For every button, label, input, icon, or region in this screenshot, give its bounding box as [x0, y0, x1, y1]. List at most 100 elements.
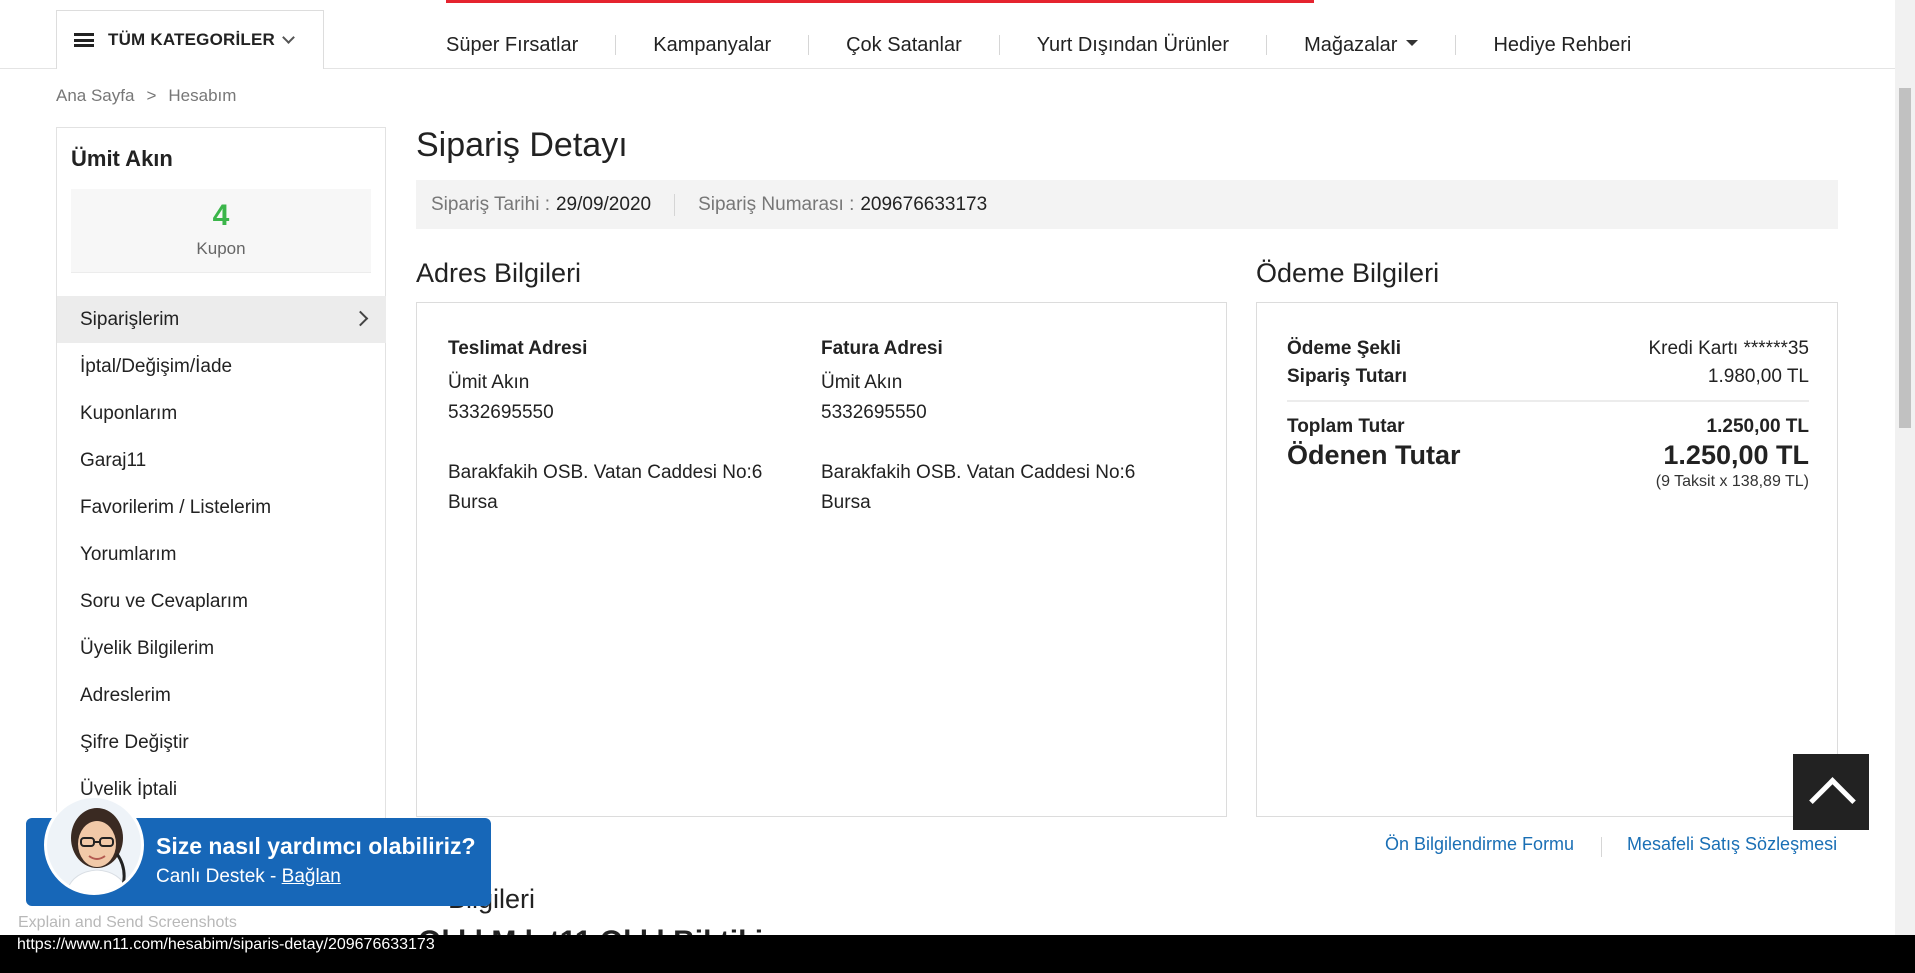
address-section-title: Adres Bilgileri [416, 258, 582, 288]
sidebar-item-label: İptal/Değişim/İade [80, 355, 233, 377]
total-amount-label: Toplam Tutar [1287, 416, 1405, 437]
sidebar-item-label: Yorumlarım [80, 543, 177, 565]
order-total-value: 1.980,00 TL [1707, 366, 1809, 387]
order-number-label: Sipariş Numarası : [698, 193, 855, 215]
billing-city: Bursa [821, 492, 871, 513]
links-divider [1601, 837, 1602, 857]
shipping-address: Teslimat Adresi Ümit Akın 5332695550 Bar… [448, 338, 808, 518]
shipping-city: Bursa [448, 492, 498, 513]
nav-divider [1266, 35, 1268, 55]
sidebar-item-yorumlarim[interactable]: Yorumlarım [57, 531, 386, 578]
sidebar-item-label: Şifre Değiştir [80, 731, 189, 753]
nav-yurt-disindan[interactable]: Yurt Dışından Ürünler [1037, 34, 1229, 57]
billing-address-title: Fatura Adresi [821, 338, 943, 359]
support-agent-avatar[interactable] [44, 795, 144, 895]
payment-details: Ödeme Şekli Kredi Kartı ******35 Sipariş… [1287, 338, 1809, 491]
order-date-label: Sipariş Tarihi : [431, 193, 550, 215]
distance-sales-contract-link[interactable]: Mesafeli Satış Sözleşmesi [1627, 834, 1837, 855]
breadcrumb-home[interactable]: Ana Sayfa [56, 86, 134, 106]
installment-info: (9 Taksit x 138,89 TL) [1655, 473, 1809, 490]
billing-address: Fatura Adresi Ümit Akın 5332695550 Barak… [821, 338, 1201, 518]
shipping-street: Barakfakih OSB. Vatan Caddesi No:6 [448, 462, 763, 483]
billing-name: Ümit Akın [821, 372, 903, 393]
coupon-count: 4 [212, 199, 230, 232]
scroll-to-top-button[interactable] [1793, 754, 1869, 830]
shipping-phone: 5332695550 [448, 402, 554, 423]
sidebar-item-siparislerim[interactable]: Siparişlerim [57, 296, 386, 343]
breadcrumb: Ana Sayfa > Hesabım [56, 86, 236, 106]
coupon-summary[interactable]: 4 Kupon [71, 189, 371, 273]
sidebar-item-garaj11[interactable]: Garaj11 [57, 437, 386, 484]
chat-connect-link[interactable]: Bağlan [282, 866, 341, 887]
shipping-address-title: Teslimat Adresi [448, 338, 588, 359]
order-number: 209676633173 [860, 193, 988, 215]
sidebar-item-label: Siparişlerim [80, 308, 180, 330]
sidebar-item-sifre-degistir[interactable]: Şifre Değiştir [57, 719, 386, 766]
sidebar-item-label: Kuponlarım [80, 402, 178, 424]
order-total-label: Sipariş Tutarı [1287, 366, 1408, 387]
sidebar-item-label: Favorilerim / Listelerim [80, 496, 272, 518]
chat-title: Size nasıl yardımcı olabiliriz? [156, 833, 476, 859]
payment-method-row: Ödeme Şekli Kredi Kartı ******35 [1287, 338, 1809, 360]
main-nav: Süper Fırsatlar Kampanyalar Çok Satanlar… [446, 30, 1631, 60]
all-categories-button[interactable]: TÜM KATEGORİLER [56, 10, 324, 69]
nav-divider [1455, 35, 1457, 55]
all-categories-label: TÜM KATEGORİLER [108, 30, 276, 49]
payment-method-value: Kredi Kartı ******35 [1648, 338, 1809, 359]
next-section-heading: Ol l l M k t11 Ol l l Bil til i [418, 925, 1218, 935]
paid-amount-value: 1.250,00 TL [1663, 440, 1809, 470]
sidebar-item-label: Garaj11 [80, 449, 147, 471]
sidebar-item-iptal[interactable]: İptal/Değişim/İade [57, 343, 386, 390]
payment-divider [1287, 400, 1809, 402]
billing-phone: 5332695550 [821, 402, 927, 423]
nav-hediye-rehberi[interactable]: Hediye Rehberi [1493, 34, 1631, 57]
paid-amount-label: Ödenen Tutar [1287, 440, 1461, 470]
order-total-row: Sipariş Tutarı 1.980,00 TL [1287, 366, 1809, 388]
total-amount-row: Toplam Tutar 1.250,00 TL [1287, 416, 1809, 438]
payment-section-title: Ödeme Bilgileri [1256, 258, 1440, 288]
nav-divider [998, 35, 1000, 55]
order-info-divider [674, 193, 676, 216]
sidebar-item-soru-cevap[interactable]: Soru ve Cevaplarım [57, 578, 386, 625]
nav-cok-satanlar[interactable]: Çok Satanlar [846, 34, 962, 57]
nav-kampanyalar[interactable]: Kampanyalar [653, 34, 771, 57]
hamburger-icon [74, 33, 94, 47]
total-amount-value: 1.250,00 TL [1706, 416, 1809, 437]
order-date: 29/09/2020 [555, 193, 652, 215]
payment-method-label: Ödeme Şekli [1287, 338, 1402, 359]
paid-amount-row: Ödenen Tutar 1.250,00 TL [1287, 440, 1809, 471]
chevron-right-icon [352, 310, 369, 327]
caret-down-icon [1406, 40, 1419, 47]
scrollbar-thumb[interactable] [1899, 88, 1911, 428]
nav-magazalar-label: Mağazalar [1304, 33, 1398, 56]
shipping-name: Ümit Akın [448, 372, 530, 393]
sidebar-item-adreslerim[interactable]: Adreslerim [57, 672, 386, 719]
user-name: Ümit Akın [71, 146, 173, 171]
pre-info-form-link[interactable]: Ön Bilgilendirme Formu [1385, 834, 1574, 855]
nav-super-firsatlar[interactable]: Süper Fırsatlar [446, 34, 578, 57]
coupon-label: Kupon [196, 239, 246, 258]
sidebar-item-favorilerim[interactable]: Favorilerim / Listelerim [57, 484, 386, 531]
billing-street: Barakfakih OSB. Vatan Caddesi No:6 [821, 462, 1136, 483]
nav-divider [615, 35, 617, 55]
chat-subtitle: Canlı Destek - Bağlan [156, 866, 341, 888]
address-box: Teslimat Adresi Ümit Akın 5332695550 Bar… [416, 302, 1227, 817]
payment-box: Ödeme Şekli Kredi Kartı ******35 Sipariş… [1256, 302, 1838, 817]
sidebar-item-label: Soru ve Cevaplarım [80, 590, 248, 612]
breadcrumb-separator: > [146, 86, 157, 105]
page-title: Sipariş Detayı [416, 126, 628, 164]
nav-divider [808, 35, 810, 55]
chat-subtitle-text: Canlı Destek - [156, 866, 277, 887]
extension-watermark: Explain and Send Screenshots [18, 914, 237, 931]
chevron-down-icon [282, 30, 295, 44]
nav-magazalar[interactable]: Mağazalar [1304, 33, 1419, 57]
sidebar-item-label: Üyelik Bilgilerim [80, 637, 215, 659]
sidebar-item-uyelik-bilgilerim[interactable]: Üyelik Bilgilerim [57, 625, 386, 672]
breadcrumb-account[interactable]: Hesabım [168, 86, 236, 106]
sidebar-item-kuponlarim[interactable]: Kuponlarım [57, 390, 386, 437]
order-info-bar: Sipariş Tarihi : 29/09/2020 Sipariş Numa… [416, 180, 1838, 229]
active-accent-line [446, 0, 1314, 3]
status-url: https://www.n11.com/hesabim/siparis-deta… [17, 936, 435, 953]
account-menu: Siparişlerim İptal/Değişim/İade Kuponlar… [57, 296, 386, 813]
sidebar-item-label: Adreslerim [80, 684, 171, 706]
